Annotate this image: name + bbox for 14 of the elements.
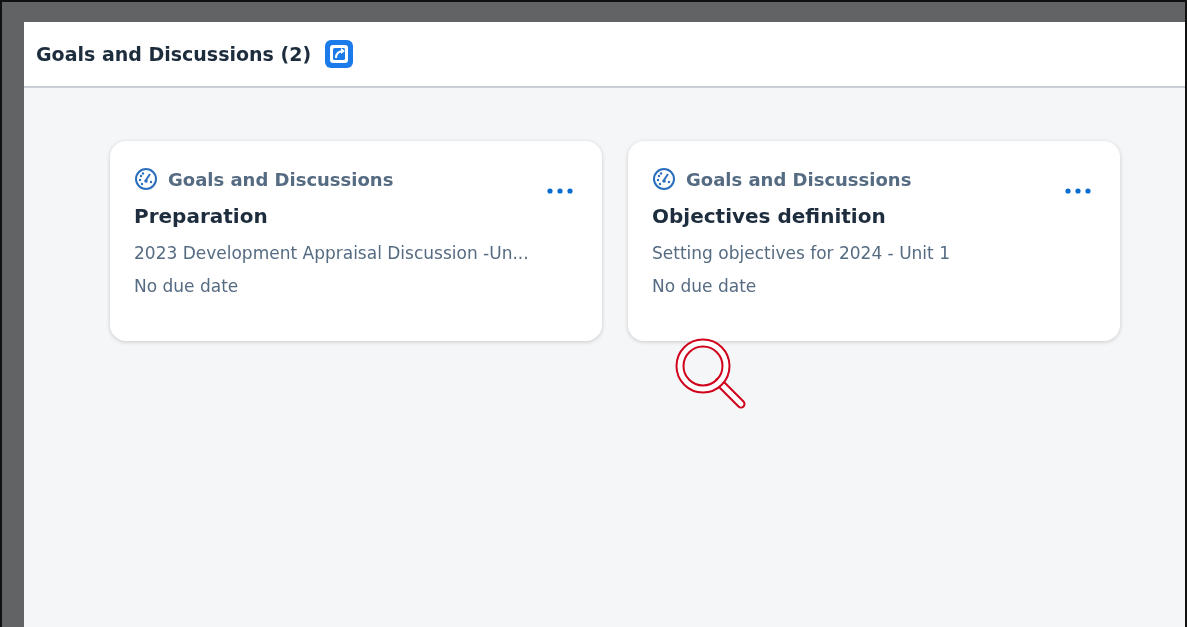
card-description: Setting objectives for 2024 - Unit 1 [652, 243, 951, 263]
share-icon[interactable] [323, 38, 356, 70]
card-title[interactable]: Preparation [134, 204, 578, 228]
due-date: No due date [134, 276, 240, 296]
card-category: Goals and Discussions [168, 168, 394, 190]
more-icon [547, 188, 573, 194]
section-title: Goals and Discussions (2) [36, 43, 312, 65]
card-description: 2023 Development Appraisal Discussion -Un... [134, 243, 530, 263]
card-title[interactable]: Objectives definition [652, 204, 1096, 228]
card-category: Goals and Discussions [686, 168, 912, 190]
gauge-icon [134, 167, 158, 191]
due-date: No due date [652, 276, 758, 296]
more-icon [1065, 188, 1091, 194]
gauge-icon [652, 167, 676, 191]
